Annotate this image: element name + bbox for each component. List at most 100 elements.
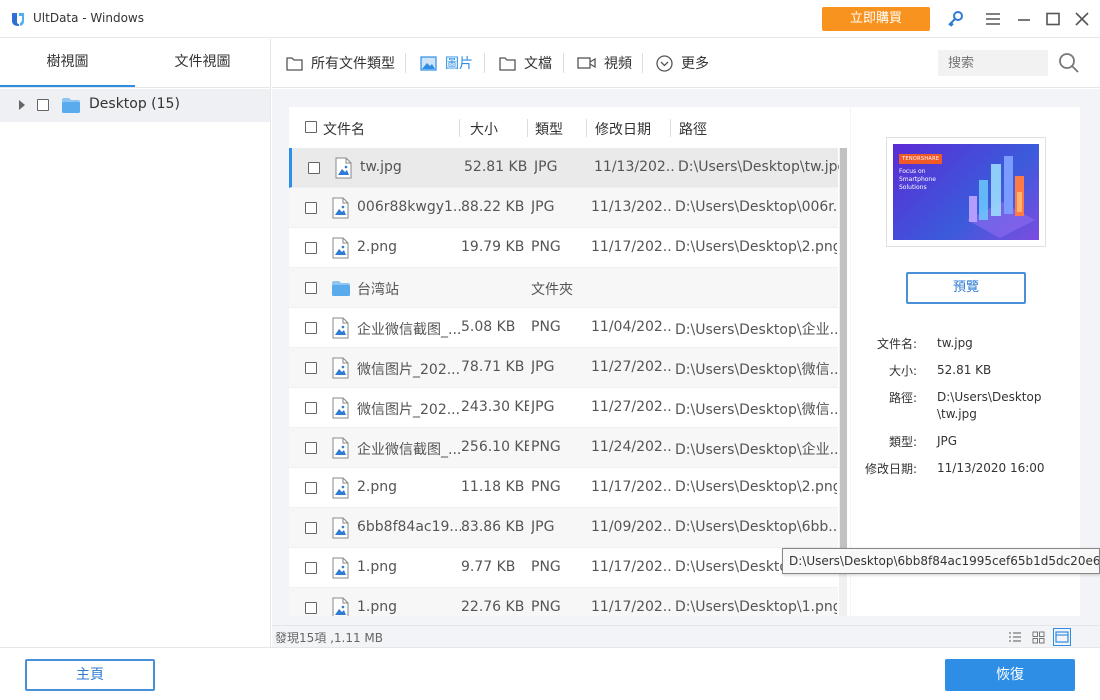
table-row[interactable]: 微信图片_202... 243.30 KB JPG 11/27/202... D:\Us…	[289, 388, 838, 428]
table-row[interactable]: 台湾站 文件夾	[289, 268, 838, 308]
divider	[586, 119, 587, 137]
row-checkbox[interactable]	[305, 202, 317, 214]
row-checkbox[interactable]	[305, 322, 317, 334]
cell-size: 243.30 KB	[461, 399, 529, 415]
row-checkbox[interactable]	[305, 482, 317, 494]
expand-arrow-icon[interactable]	[19, 100, 25, 110]
menu-icon[interactable]	[982, 8, 1004, 30]
cell-size: 5.08 KB	[461, 319, 516, 335]
thumbnail-brand: TENORSHARE	[899, 154, 943, 164]
row-checkbox[interactable]	[305, 362, 317, 374]
header-type[interactable]: 類型	[535, 119, 563, 139]
image-file-icon	[332, 557, 349, 579]
header-file-name[interactable]: 文件名	[323, 119, 365, 139]
preview-thumbnail: TENORSHARE Focus on Smartphone Solutions	[886, 137, 1046, 247]
maximize-icon[interactable]	[1042, 8, 1064, 30]
tree-item-desktop[interactable]: Desktop (15)	[0, 89, 270, 122]
recover-button[interactable]: 恢復	[945, 659, 1075, 691]
table-row[interactable]: 企业微信截图_... 256.10 KB PNG 11/24/202... D:\Use…	[289, 428, 838, 468]
table-row[interactable]: 2.png 11.18 KB PNG 11/17/202... D:\Users\Des…	[289, 468, 838, 508]
cell-type: JPG	[531, 199, 555, 215]
cell-modified-date: 11/17/202...	[591, 559, 671, 575]
home-button[interactable]: 主頁	[25, 659, 155, 691]
cell-type: JPG	[534, 159, 558, 175]
close-icon[interactable]	[1071, 8, 1093, 30]
table-row[interactable]: 1.png 9.77 KB PNG 11/17/202... D:\Users\Desk…	[289, 548, 838, 588]
list-view-icon[interactable]	[1006, 628, 1024, 646]
row-checkbox[interactable]	[305, 562, 317, 574]
folder-outline-icon	[286, 56, 303, 71]
row-checkbox[interactable]	[308, 162, 320, 174]
row-checkbox[interactable]	[305, 242, 317, 254]
tree-checkbox[interactable]	[37, 99, 49, 111]
filter-label: 圖片	[445, 56, 473, 72]
bottom-bar: 主頁 恢復	[0, 647, 1100, 700]
cell-file-name: 企业微信截图_...	[357, 322, 461, 338]
tab-file-view[interactable]: 文件視圖	[135, 39, 270, 87]
cell-file-name: tw.jpg	[360, 159, 402, 175]
table-row[interactable]: 2.png 19.79 KB PNG 11/17/202... D:\Users\Des…	[289, 228, 838, 268]
scrollbar-thumb[interactable]	[840, 148, 847, 554]
key-icon[interactable]	[944, 8, 966, 30]
tab-tree-view[interactable]: 樹視圖	[0, 39, 135, 87]
cell-file-name: 企业微信截图_...	[357, 442, 461, 458]
cell-path: D:\Users\Desktop\2.png	[675, 479, 837, 495]
search-icon[interactable]	[1058, 52, 1080, 74]
cell-file-name: 2.png	[357, 239, 398, 255]
cell-type: JPG	[531, 519, 555, 535]
cell-modified-date: 11/13/202...	[591, 199, 671, 215]
image-file-icon	[332, 357, 349, 379]
image-file-icon	[332, 437, 349, 459]
row-checkbox[interactable]	[305, 602, 317, 614]
table-row[interactable]: 微信图片_202... 78.71 KB JPG 11/27/202... D:\Use…	[289, 348, 838, 388]
table-row[interactable]: 企业微信截图_... 5.08 KB PNG 11/04/202... D:\Users…	[289, 308, 838, 348]
cell-file-name: 台湾站	[357, 282, 399, 298]
filter-documents[interactable]: 文檔	[499, 53, 552, 73]
minimize-icon[interactable]	[1013, 8, 1035, 30]
table-row[interactable]: 1.png 22.76 KB PNG 11/17/202... D:\Users\Des…	[289, 588, 838, 616]
divider	[527, 119, 528, 137]
info-value-modified: 11/13/2020 16:00	[937, 461, 1045, 475]
tree-item-label: Desktop (15)	[89, 96, 180, 112]
filter-label: 視頻	[604, 56, 632, 72]
cell-file-name: 微信图片_202...	[357, 402, 461, 418]
buy-now-button[interactable]: 立即購買	[822, 7, 930, 31]
table-row[interactable]: 006r88kwgy1... 88.22 KB JPG 11/13/202... D:\…	[289, 188, 838, 228]
image-file-icon	[332, 597, 349, 616]
table-row[interactable]: tw.jpg 52.81 KB JPG 11/13/202... D:\Users\De…	[289, 148, 840, 188]
info-value-size: 52.81 KB	[937, 363, 992, 377]
image-file-icon	[332, 317, 349, 339]
row-checkbox[interactable]	[305, 402, 317, 414]
cell-path: D:\Users\Desktop\2.png	[675, 239, 837, 255]
filter-images[interactable]: 圖片	[420, 53, 473, 73]
cell-type: PNG	[531, 479, 561, 495]
search-input[interactable]	[938, 50, 1048, 76]
cell-path: D:\Users\Desktop\tw.jpg	[678, 159, 840, 175]
image-file-icon	[332, 397, 349, 419]
ultdata-logo-icon	[12, 13, 24, 26]
row-checkbox[interactable]	[305, 282, 317, 294]
filter-more[interactable]: 更多	[656, 53, 709, 73]
status-bar: 發現15項 ,1.11 MB	[272, 625, 1100, 647]
select-all-checkbox[interactable]	[305, 121, 317, 133]
filter-videos[interactable]: 視頻	[577, 53, 632, 73]
header-path[interactable]: 路徑	[679, 119, 707, 139]
cell-modified-date: 11/17/202...	[591, 599, 671, 615]
preview-view-icon[interactable]	[1053, 628, 1071, 646]
image-file-icon	[332, 237, 349, 259]
filter-label: 文檔	[524, 56, 552, 72]
divider	[642, 53, 643, 73]
preview-button[interactable]: 預覽	[906, 272, 1026, 304]
grid-view-icon[interactable]	[1029, 628, 1047, 646]
cell-modified-date: 11/17/202...	[591, 479, 671, 495]
row-checkbox[interactable]	[305, 522, 317, 534]
header-size[interactable]: 大小	[470, 119, 498, 139]
title-bar: UltData - Windows 立即購買	[0, 0, 1100, 38]
filter-all-types[interactable]: 所有文件類型	[286, 53, 395, 73]
row-checkbox[interactable]	[305, 442, 317, 454]
cell-file-name: 006r88kwgy1...	[357, 199, 461, 215]
header-modified-date[interactable]: 修改日期	[595, 119, 651, 139]
file-table: 文件名 大小 類型 修改日期 路徑 tw.jpg 52.81 KB JPG 11/13…	[289, 107, 850, 616]
cell-size: 256.10 KB	[461, 439, 529, 455]
table-row[interactable]: 6bb8f84ac19... 83.86 KB JPG 11/09/202... D:\…	[289, 508, 838, 548]
